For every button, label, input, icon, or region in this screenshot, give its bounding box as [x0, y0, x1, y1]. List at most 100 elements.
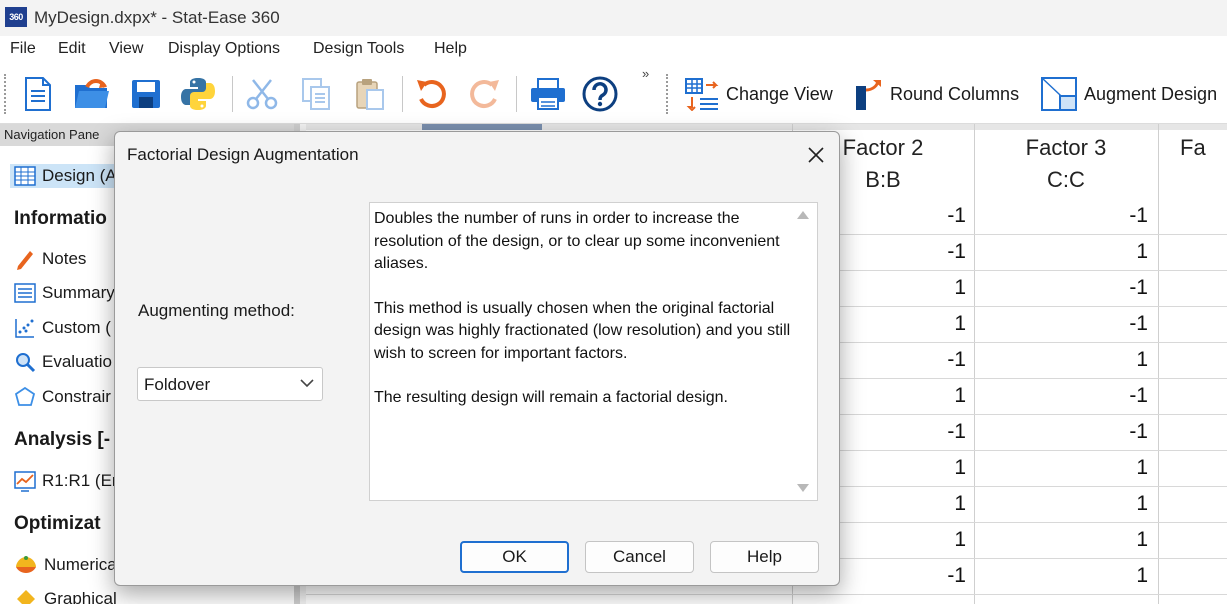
menu-design-tools[interactable]: Design Tools: [313, 40, 404, 58]
undo-icon[interactable]: [412, 74, 452, 114]
nav-item-notes[interactable]: Notes: [14, 248, 86, 270]
toolbar: » Change View Round Columns Augment Desi…: [0, 64, 1227, 124]
menu-bar: File Edit View Display Options Design To…: [0, 36, 1227, 64]
nav-item-evaluation-label: Evaluatio: [42, 352, 112, 371]
toolbar-separator: [232, 76, 233, 112]
grid-cell-factor-3[interactable]: 1: [972, 456, 1148, 480]
redo-icon[interactable]: [464, 74, 504, 114]
grid-cell-factor-3[interactable]: -1: [972, 204, 1148, 228]
copy-icon[interactable]: [296, 74, 336, 114]
scroll-down-arrow-icon[interactable]: [797, 484, 809, 492]
augment-design-icon: [1041, 77, 1077, 111]
menu-view[interactable]: View: [109, 40, 143, 58]
augmenting-method-value: Foldover: [144, 375, 211, 394]
toolbar-separator: [402, 76, 403, 112]
magnifier-icon: [16, 353, 36, 373]
description-paragraph: This method is usually chosen when the o…: [374, 299, 791, 362]
chevron-down-icon: [300, 379, 314, 388]
window-title: MyDesign.dxpx* - Stat-Ease 360: [34, 8, 280, 27]
new-file-icon[interactable]: [18, 74, 58, 114]
factorial-design-augmentation-dialog: Factorial Design Augmentation Augmenting…: [114, 131, 840, 586]
nav-item-custom-graphs[interactable]: Custom (: [14, 317, 111, 339]
method-description-text: Doubles the number of runs in order to i…: [374, 208, 792, 432]
toolbar-overflow-button[interactable]: »: [642, 66, 649, 81]
cut-icon[interactable]: [242, 74, 282, 114]
nav-item-evaluation[interactable]: Evaluatio: [14, 351, 112, 373]
augmenting-method-label: Augmenting method:: [138, 301, 295, 320]
dialog-close-button[interactable]: [803, 142, 829, 168]
toolbar-grip[interactable]: [666, 74, 669, 114]
menu-display-options[interactable]: Display Options: [168, 40, 280, 58]
toolbar-grip[interactable]: [4, 74, 7, 114]
factor-4-name: Fa: [1180, 135, 1206, 160]
nav-section-analysis[interactable]: Analysis [-: [14, 429, 110, 451]
description-paragraph: Doubles the number of runs in order to i…: [374, 210, 780, 272]
help-button[interactable]: Help: [710, 541, 819, 573]
menu-edit[interactable]: Edit: [58, 40, 86, 58]
grid-header-factor-3[interactable]: Factor 3 C:C: [974, 132, 1158, 196]
nav-item-constraints-label: Constrair: [42, 387, 111, 406]
ok-button[interactable]: OK: [460, 541, 569, 573]
grid-row-divider: [306, 594, 1227, 595]
augment-design-button[interactable]: Augment Design: [1040, 74, 1217, 114]
graphical-optimization-icon: [17, 590, 35, 604]
scatter-graph-icon: [15, 319, 34, 338]
description-paragraph: The resulting design will remain a facto…: [374, 389, 728, 406]
nav-section-optimization[interactable]: Optimizat: [14, 513, 101, 535]
nav-item-notes-label: Notes: [42, 249, 87, 268]
nav-item-summary[interactable]: Summary: [14, 282, 115, 304]
paste-icon[interactable]: [350, 74, 390, 114]
grid-cell-factor-3[interactable]: 1: [972, 348, 1148, 372]
numerical-optimization-icon: [16, 556, 36, 573]
grid-column-divider: [1158, 124, 1159, 604]
round-columns-button[interactable]: Round Columns: [852, 74, 1019, 114]
nav-item-custom-graphs-label: Custom (: [42, 318, 111, 337]
nav-section-information[interactable]: Informatio: [14, 208, 107, 230]
grid-cell-factor-3[interactable]: -1: [972, 312, 1148, 336]
nav-item-r1[interactable]: R1:R1 (Er: [14, 470, 118, 492]
summary-list-icon: [14, 283, 36, 303]
menu-file[interactable]: File: [10, 40, 36, 58]
nav-item-r1-label: R1:R1 (Er: [42, 471, 118, 490]
round-columns-icon: [856, 79, 881, 110]
grid-cell-factor-3[interactable]: -1: [972, 384, 1148, 408]
grid-cell-factor-3[interactable]: -1: [972, 420, 1148, 444]
nav-item-design[interactable]: Design (A: [10, 164, 121, 188]
open-folder-icon[interactable]: [72, 74, 112, 114]
round-columns-label: Round Columns: [890, 83, 1020, 104]
help-icon[interactable]: [580, 74, 620, 114]
cancel-button[interactable]: Cancel: [585, 541, 694, 573]
toolbar-separator: [516, 76, 517, 112]
nav-item-numerical[interactable]: Numerica: [14, 554, 117, 576]
pencil-icon: [17, 251, 33, 270]
line-chart-icon: [14, 471, 36, 492]
grid-cell-factor-3[interactable]: 1: [972, 240, 1148, 264]
save-icon[interactable]: [126, 74, 166, 114]
grid-cell-factor-3[interactable]: 1: [972, 564, 1148, 588]
polygon-icon: [14, 386, 36, 406]
change-view-button[interactable]: Change View: [684, 74, 833, 114]
scroll-up-arrow-icon[interactable]: [797, 211, 809, 219]
nav-item-constraints[interactable]: Constrair: [14, 386, 111, 408]
menu-help[interactable]: Help: [434, 40, 467, 58]
close-icon: [808, 147, 824, 163]
method-description-box[interactable]: Doubles the number of runs in order to i…: [369, 202, 818, 501]
change-view-icon: [685, 78, 719, 111]
change-view-label: Change View: [726, 83, 833, 104]
print-icon[interactable]: [528, 74, 568, 114]
python-icon[interactable]: [178, 74, 218, 114]
grid-cell-factor-3[interactable]: -1: [972, 276, 1148, 300]
grid-header-factor-4[interactable]: Fa: [1158, 132, 1227, 164]
table-icon: [14, 166, 36, 186]
app-logo-icon: 360: [5, 7, 27, 27]
grid-selected-column-strip: [422, 124, 542, 130]
nav-item-graphical[interactable]: Graphical: [14, 588, 117, 604]
nav-item-summary-label: Summary: [42, 283, 115, 302]
grid-cell-factor-3[interactable]: 1: [972, 528, 1148, 552]
factor-3-name: Factor 3: [1025, 135, 1107, 160]
grid-cell-factor-3[interactable]: 1: [972, 492, 1148, 516]
augment-design-label: Augment Design: [1084, 83, 1218, 104]
factor-3-code: C:C: [1047, 167, 1085, 192]
dialog-title: Factorial Design Augmentation: [127, 145, 359, 164]
augmenting-method-select[interactable]: Foldover: [137, 367, 323, 401]
